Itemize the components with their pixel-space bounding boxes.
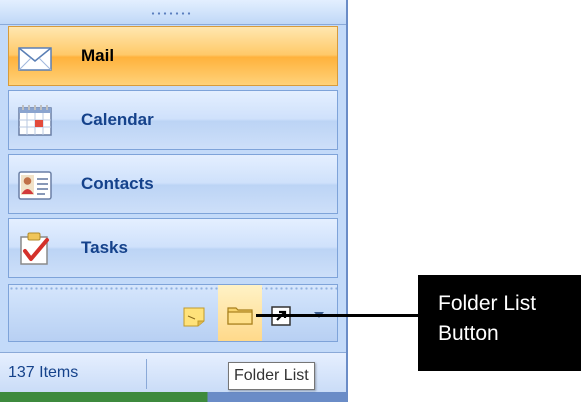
shortcuts-button[interactable] <box>267 285 297 341</box>
navigation-pane: Mail Calendar Contacts Tasks 137 Items <box>0 0 348 402</box>
callout-line-1: Folder List <box>438 292 537 315</box>
callout-box: Folder List Button <box>418 275 581 371</box>
item-count: 137 Items <box>8 364 79 381</box>
contacts-icon <box>17 168 53 202</box>
nav-button-label: Calendar <box>81 110 154 129</box>
notes-button[interactable] <box>179 285 209 341</box>
nav-button-calendar[interactable]: Calendar <box>8 90 338 150</box>
mail-icon <box>17 40 53 74</box>
configure-buttons-menu[interactable] <box>305 285 333 341</box>
notes-icon <box>183 307 205 327</box>
bottom-edge-bar <box>0 392 346 402</box>
grip-dots <box>150 12 192 15</box>
folder-list-tooltip: Folder List <box>228 362 315 390</box>
callout-line-2: Button <box>438 322 499 345</box>
calendar-icon <box>17 104 53 138</box>
nav-button-label: Contacts <box>81 174 154 193</box>
nav-button-label: Mail <box>81 46 115 65</box>
nav-button-contacts[interactable]: Contacts <box>8 154 338 214</box>
callout-pointer-line <box>256 314 418 317</box>
status-divider <box>146 359 147 389</box>
small-buttons-strip <box>8 284 338 342</box>
folder-icon <box>227 307 253 325</box>
tasks-icon <box>17 232 53 266</box>
folder-list-button[interactable] <box>218 285 262 341</box>
pane-resize-handle[interactable] <box>0 0 346 25</box>
nav-button-tasks[interactable]: Tasks <box>8 218 338 278</box>
nav-button-mail[interactable]: Mail <box>8 26 338 86</box>
nav-button-label: Tasks <box>81 238 128 257</box>
